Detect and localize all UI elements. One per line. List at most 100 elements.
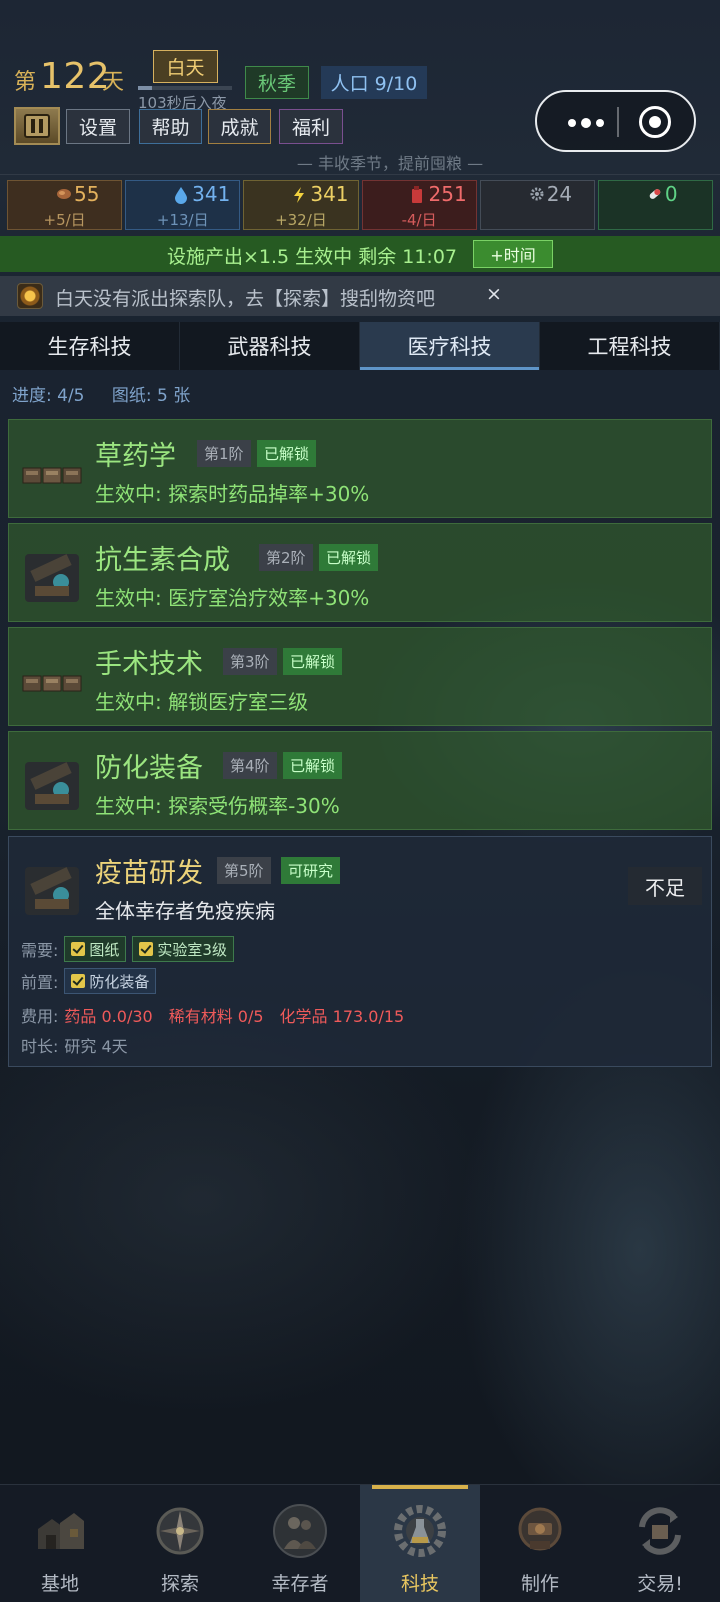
miniprogram-capsule: [535, 90, 696, 152]
researchable-badge: 可研究: [281, 857, 341, 884]
check-icon: [139, 942, 154, 956]
tech-card-surgery[interactable]: 手术技术 第3阶 已解锁 生效中: 解锁医疗室三级: [8, 627, 712, 726]
tech-title: 防化装备: [95, 753, 203, 784]
achievements-button[interactable]: 成就: [208, 109, 271, 144]
tab-medical-tech[interactable]: 医疗科技: [360, 322, 540, 370]
tech-title: 草药学: [95, 441, 176, 472]
unlocked-badge: 已解锁: [283, 648, 343, 675]
nav-trade[interactable]: 交易!: [600, 1485, 720, 1602]
tech-effect: 生效中: 医疗室治疗效率+30%: [95, 586, 370, 610]
tech-title: 疫苗研发: [95, 858, 203, 889]
tech-title: 手术技术: [95, 649, 203, 680]
nav-crafting[interactable]: 制作: [480, 1485, 600, 1602]
check-icon: [71, 974, 86, 988]
medicine-value: 0: [664, 182, 678, 206]
help-button[interactable]: 帮助: [139, 109, 202, 144]
tab-weapon-tech[interactable]: 武器科技: [180, 322, 360, 370]
tab-engineering-tech[interactable]: 工程科技: [540, 322, 720, 370]
prerequisite-row: 前置: 防化装备: [21, 968, 157, 994]
nav-survivors[interactable]: 幸存者: [240, 1485, 360, 1602]
duration-row: 时长: 研究 4天: [21, 1033, 128, 1057]
resource-water: 341 +13/日: [125, 180, 241, 230]
capsule-divider: [617, 107, 619, 137]
resource-parts: 24: [479, 180, 595, 230]
nav-label: 制作: [520, 1573, 559, 1595]
cost-rare-materials: 稀有材料 0/5: [168, 1007, 264, 1026]
nav-explore[interactable]: 探索: [120, 1485, 240, 1602]
requirements-label: 需要:: [21, 941, 59, 960]
time-of-day-badge: 白天: [153, 50, 218, 83]
boost-status-text: 设施产出×1.5 生效中 剩余 11:07: [167, 246, 458, 268]
pill-icon: [647, 186, 663, 206]
duration-value: 研究 4天: [64, 1037, 128, 1056]
explore-notice: 白天没有派出探索队，去【探索】搜刮物资吧 ×: [0, 276, 720, 316]
energy-rate: +32/日: [275, 211, 327, 229]
population-badge: 人口 9/10: [321, 66, 427, 99]
resource-medicine: 0: [597, 180, 714, 230]
welfare-button[interactable]: 福利: [279, 109, 343, 144]
tech-card-herbalism[interactable]: 草药学 第1阶 已解锁 生效中: 探索时药品掉率+30%: [8, 419, 712, 518]
food-value: 55: [74, 182, 100, 206]
unlocked-badge: 已解锁: [283, 752, 343, 779]
water-value: 341: [192, 182, 231, 206]
tech-card-antibiotics[interactable]: 抗生素合成 第2阶 已解锁 生效中: 医疗室治疗效率+30%: [8, 523, 712, 622]
day-suffix: 天: [102, 70, 125, 95]
insufficient-button[interactable]: 不足: [628, 867, 702, 905]
day-progress-bar: [138, 86, 232, 90]
nav-label: 幸存者: [271, 1573, 329, 1595]
check-icon: [71, 942, 86, 956]
compass-icon: [150, 1501, 210, 1561]
day-counter: 122: [40, 56, 111, 97]
unlocked-badge: 已解锁: [319, 544, 379, 571]
requirement-chip: 图纸: [64, 936, 127, 962]
pause-button[interactable]: [14, 107, 60, 145]
cost-row: 费用: 药品 0.0/30 稀有材料 0/5 化学品 173.0/15: [21, 1003, 414, 1027]
notice-radar-icon: [17, 283, 43, 309]
festival-notice: — 丰收季节，提前囤粮 —: [296, 154, 484, 173]
tier-badge: 第4阶: [223, 752, 277, 779]
water-rate: +13/日: [156, 211, 209, 229]
machine-turret-icon: [21, 859, 83, 921]
nav-label: 探索: [160, 1573, 199, 1595]
gear-icon: [529, 186, 545, 206]
production-boost-bar: 设施产出×1.5 生效中 剩余 11:07 +时间: [0, 236, 720, 272]
fuel-rate: -4/日: [401, 211, 437, 229]
notice-close-button[interactable]: ×: [486, 283, 502, 305]
tech-card-vaccine[interactable]: 疫苗研发 第5阶 可研究 全体幸存者免疫疾病 不足 需要: 图纸 实验室3级 前…: [8, 836, 712, 1067]
lightning-icon: [292, 186, 306, 208]
tier-badge: 第3阶: [223, 648, 277, 675]
fuel-value: 251: [428, 182, 467, 206]
requirement-chip: 实验室3级: [132, 936, 234, 962]
tech-card-chem-gear[interactable]: 防化装备 第4阶 已解锁 生效中: 探索受伤概率-30%: [8, 731, 712, 830]
nav-base[interactable]: 基地: [0, 1485, 120, 1602]
water-drop-icon: [174, 186, 188, 208]
unlocked-badge: 已解锁: [257, 440, 317, 467]
cost-chemicals: 化学品 173.0/15: [279, 1007, 405, 1026]
base-icon: [30, 1501, 90, 1561]
trade-icon: [630, 1501, 690, 1561]
tech-effect: 生效中: 探索受伤概率-30%: [95, 794, 340, 818]
bottom-navigation: 基地 探索 幸存者 科技 制作 交易!: [0, 1484, 720, 1602]
add-time-button[interactable]: +时间: [473, 240, 553, 268]
nav-tech[interactable]: 科技: [360, 1485, 480, 1602]
settings-button[interactable]: 设置: [66, 109, 130, 144]
tech-effect: 生效中: 解锁医疗室三级: [95, 690, 309, 714]
notice-text[interactable]: 白天没有派出探索队，去【探索】搜刮物资吧: [55, 284, 435, 311]
tech-effect: 全体幸存者免疫疾病: [95, 899, 275, 923]
tier-badge: 第1阶: [197, 440, 251, 467]
tab-survival-tech[interactable]: 生存科技: [0, 322, 180, 370]
nav-label: 交易!: [637, 1573, 683, 1595]
requirements-row: 需要: 图纸 实验室3级: [21, 936, 234, 962]
header-divider: [0, 174, 720, 175]
crafting-icon: [510, 1501, 570, 1561]
tech-category-tabs: 生存科技 武器科技 医疗科技 工程科技: [0, 322, 720, 370]
tier-badge: 第5阶: [217, 857, 271, 884]
machine-turret-icon: [21, 754, 83, 816]
more-menu-icon[interactable]: [563, 113, 609, 133]
cost-medicine: 药品 0.0/30: [64, 1007, 153, 1026]
close-target-icon[interactable]: [639, 106, 671, 138]
resource-energy: 341 +32/日: [243, 180, 359, 230]
food-rate: +5/日: [43, 211, 86, 229]
energy-value: 341: [310, 182, 349, 206]
fuel-can-icon: [411, 186, 423, 208]
